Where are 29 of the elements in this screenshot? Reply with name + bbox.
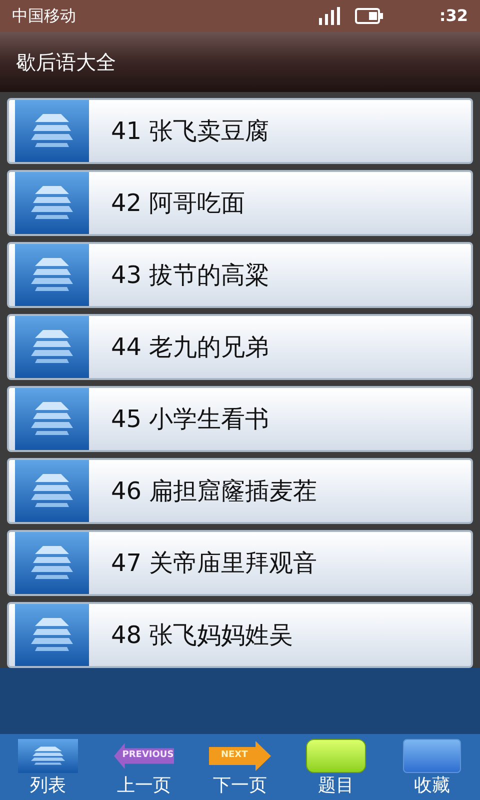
- list-item[interactable]: 42 阿哥吃面: [7, 170, 473, 236]
- toolbar-button[interactable]: PREVIOUS 上一页: [99, 738, 189, 798]
- stack-icon: [15, 100, 89, 162]
- stack-icon: [15, 388, 89, 450]
- stack-icon: [15, 532, 89, 594]
- list-item[interactable]: 48 张飞妈妈姓吴: [7, 602, 473, 668]
- list-item[interactable]: 44 老九的兄弟: [7, 314, 473, 380]
- stack-icon: [15, 604, 89, 666]
- stack-icon: [15, 316, 89, 378]
- pill-tab-icon: [306, 739, 366, 773]
- app-title: 歇后语大全: [16, 49, 116, 76]
- toolbar-button[interactable]: 收藏: [387, 738, 477, 798]
- battery-icon: [355, 8, 384, 24]
- carrier-name: 中国移动: [12, 5, 76, 27]
- arrow-left-icon: PREVIOUS: [114, 743, 174, 769]
- list-item[interactable]: 47 关帝庙里拜观音: [7, 530, 473, 596]
- stack-icon: [18, 739, 78, 773]
- toolbar-button[interactable]: 题目: [291, 738, 381, 798]
- stack-icon: [15, 244, 89, 306]
- list-item[interactable]: 45 小学生看书: [7, 386, 473, 452]
- arrow-right-icon: NEXT: [209, 741, 271, 771]
- toolbar-button[interactable]: 列表: [3, 738, 93, 798]
- list-item[interactable]: 46 扁担窟窿插麦茬: [7, 458, 473, 524]
- list-item[interactable]: 43 拔节的高粱: [7, 242, 473, 308]
- stack-icon: [15, 172, 89, 234]
- stack-icon: [15, 460, 89, 522]
- clock-time: :32: [439, 5, 468, 27]
- toolbar-button[interactable]: NEXT 下一页: [195, 738, 285, 798]
- list-item[interactable]: 41 张飞卖豆腐: [7, 98, 473, 164]
